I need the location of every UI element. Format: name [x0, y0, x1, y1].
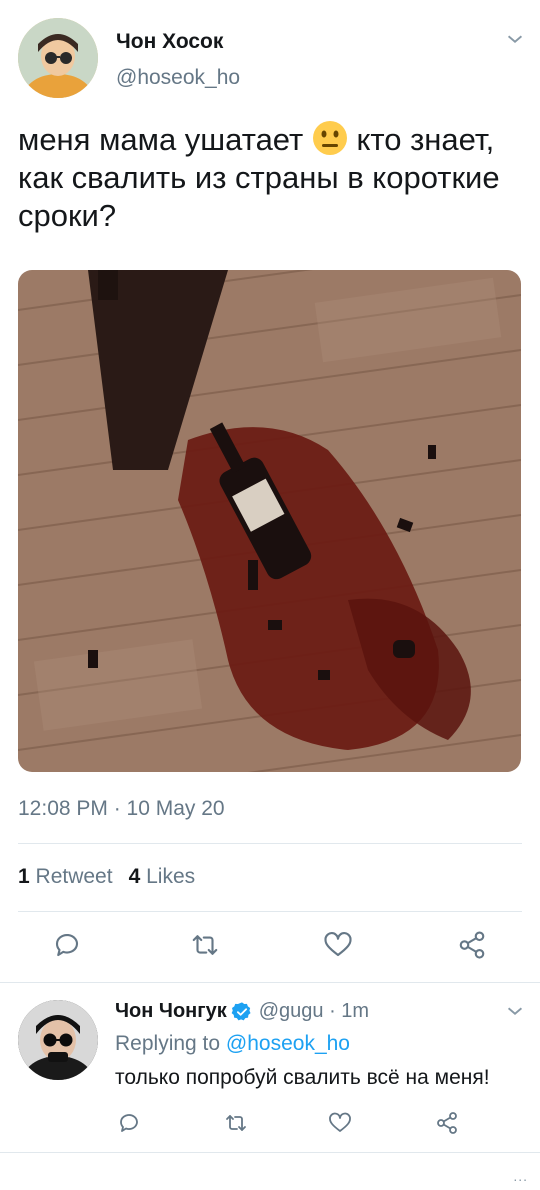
- tweet-text: меня мама ушатает кто знает, как свалить…: [18, 120, 523, 235]
- share-icon[interactable]: [435, 1111, 459, 1135]
- chevron-down-icon[interactable]: [504, 1000, 526, 1022]
- divider: [18, 843, 522, 844]
- divider: [18, 911, 522, 912]
- more-options[interactable]: ...: [513, 1168, 528, 1184]
- retweet-stat[interactable]: 1 Retweet: [18, 865, 113, 888]
- tweet-timestamp[interactable]: 12:08 PM · 10 May 20: [18, 797, 225, 821]
- reply-icon[interactable]: [52, 930, 82, 960]
- likes-count: 4: [128, 865, 141, 888]
- replying-mention-link[interactable]: @hoseok_ho: [226, 1032, 350, 1055]
- reply-author-avatar[interactable]: [18, 1000, 98, 1080]
- reply-icon[interactable]: [117, 1111, 141, 1135]
- retweet-count: 1: [18, 865, 30, 888]
- neutral-face-emoji-icon: [312, 120, 348, 156]
- reply-text: только попробуй свалить всё на меня!: [115, 1066, 490, 1089]
- author-handle[interactable]: @hoseok_ho: [116, 66, 240, 90]
- replying-label: Replying to: [115, 1032, 221, 1055]
- tweet-text-part-1: меня мама ушатает: [18, 122, 312, 157]
- retweet-label: Retweet: [35, 865, 113, 888]
- tweet-stats: 1 Retweet 4 Likes: [18, 865, 195, 889]
- likes-stat[interactable]: 4 Likes: [129, 865, 196, 888]
- author-avatar[interactable]: [18, 18, 98, 98]
- tweet-photo[interactable]: [18, 270, 521, 772]
- replying-to: Replying to @hoseok_ho: [115, 1032, 350, 1056]
- likes-label: Likes: [146, 865, 196, 888]
- divider: [0, 1152, 540, 1153]
- reply-header: Чон Чонгук @gugu · 1m: [115, 1000, 369, 1023]
- retweet-icon[interactable]: [190, 930, 220, 960]
- divider: [0, 982, 540, 983]
- chevron-down-icon[interactable]: [504, 28, 526, 50]
- like-heart-icon[interactable]: [328, 1111, 352, 1135]
- like-heart-icon[interactable]: [323, 930, 353, 960]
- verified-badge-icon: [231, 1001, 251, 1020]
- reply-author-name[interactable]: Чон Чонгук: [115, 1000, 227, 1023]
- retweet-icon[interactable]: [224, 1111, 248, 1135]
- share-icon[interactable]: [457, 930, 487, 960]
- reply-handle-time[interactable]: @gugu · 1m: [259, 1000, 369, 1023]
- author-name[interactable]: Чон Хосок: [116, 30, 223, 54]
